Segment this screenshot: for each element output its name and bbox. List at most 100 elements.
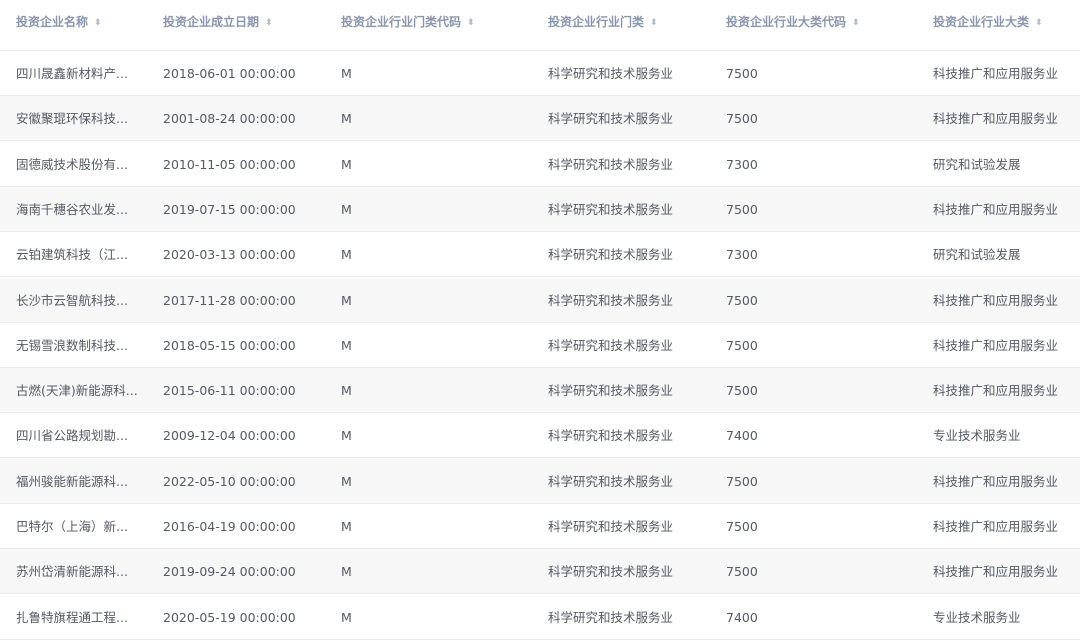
cell-major: 科技推广和应用服务业 [933, 111, 1059, 127]
cell-sector: 科学研究和技术服务业 [548, 66, 674, 81]
column-header-sector-code[interactable]: 投资企业行业门类代码 ⬍ [341, 0, 531, 50]
cell-founded-date: 2009-12-04 00:00:00 [163, 428, 296, 444]
cell-founded-date: 2015-06-11 00:00:00 [163, 383, 296, 399]
cell-major-code: 7400 [726, 609, 758, 625]
cell-major-code: 7400 [726, 428, 758, 444]
cell-company-name: 四川晟鑫新材料产... [16, 66, 128, 81]
cell-company-name: 古燃(天津)新能源科... [16, 383, 138, 399]
sort-icon[interactable]: ⬍ [94, 1, 102, 45]
cell-sector-code: M [341, 564, 352, 580]
cell-founded-date: 2001-08-24 00:00:00 [163, 111, 296, 127]
cell-sector-code: M [341, 156, 352, 172]
table-row[interactable]: 巴特尔（上海）新... 2016-04-19 00:00:00 M 科学研究和技术服务… [0, 504, 1080, 549]
cell-sector: 科学研究和技术服务业 [548, 383, 674, 399]
cell-major: 科技推广和应用服务业 [933, 201, 1059, 217]
cell-founded-date: 2019-09-24 00:00:00 [163, 564, 296, 580]
cell-company-name: 四川省公路规划勘... [16, 428, 128, 444]
cell-major: 科技推广和应用服务业 [933, 473, 1059, 489]
cell-major: 科技推广和应用服务业 [933, 337, 1059, 353]
cell-founded-date: 2019-07-15 00:00:00 [163, 201, 296, 217]
cell-major: 科技推广和应用服务业 [933, 66, 1059, 81]
table-row[interactable]: 苏州岱清新能源科... 2019-09-24 00:00:00 M 科学研究和技术服务… [0, 549, 1080, 595]
cell-major-code: 7300 [726, 156, 758, 172]
cell-sector-code: M [341, 473, 352, 489]
table-header: 投资企业名称 ⬍ 投资企业成立日期 ⬍ 投资企业行业门类代码 ⬍ 投资企业行业门类 ⬍ … [0, 0, 1080, 51]
cell-major: 科技推广和应用服务业 [933, 292, 1059, 308]
column-header-date[interactable]: 投资企业成立日期 ⬍ [163, 0, 333, 50]
table-row[interactable]: 四川晟鑫新材料产... 2018-06-01 00:00:00 M 科学研究和技术服务… [0, 51, 1080, 96]
cell-company-name: 苏州岱清新能源科... [16, 564, 128, 580]
cell-founded-date: 2018-05-15 00:00:00 [163, 337, 296, 353]
cell-founded-date: 2018-06-01 00:00:00 [163, 66, 296, 81]
cell-sector: 科学研究和技术服务业 [548, 609, 674, 625]
column-header-major-code[interactable]: 投资企业行业大类代码 ⬍ [726, 0, 916, 50]
cell-founded-date: 2017-11-28 00:00:00 [163, 292, 296, 308]
cell-sector-code: M [341, 66, 352, 81]
table-row[interactable]: 福州骏能新能源科... 2022-05-10 00:00:00 M 科学研究和技术服务… [0, 458, 1080, 504]
table-row[interactable]: 扎鲁特旗程通工程... 2020-05-19 00:00:00 M 科学研究和技术服务… [0, 594, 1080, 640]
sort-icon[interactable]: ⬍ [265, 1, 273, 45]
cell-founded-date: 2016-04-19 00:00:00 [163, 519, 296, 534]
cell-major-code: 7500 [726, 564, 758, 580]
cell-founded-date: 2010-11-05 00:00:00 [163, 156, 296, 172]
cell-company-name: 固德威技术股份有... [16, 156, 128, 172]
cell-company-name: 安徽聚琨环保科技... [16, 111, 128, 127]
cell-major-code: 7500 [726, 66, 758, 81]
cell-sector: 科学研究和技术服务业 [548, 473, 674, 489]
cell-sector-code: M [341, 201, 352, 217]
cell-sector-code: M [341, 292, 352, 308]
table-row[interactable]: 四川省公路规划勘... 2009-12-04 00:00:00 M 科学研究和技术服务… [0, 413, 1080, 459]
cell-sector: 科学研究和技术服务业 [548, 247, 674, 263]
cell-sector: 科学研究和技术服务业 [548, 428, 674, 444]
cell-major-code: 7500 [726, 111, 758, 127]
cell-major-code: 7300 [726, 247, 758, 263]
cell-sector-code: M [341, 247, 352, 263]
cell-major: 科技推广和应用服务业 [933, 564, 1059, 580]
sort-icon[interactable]: ⬍ [650, 1, 658, 45]
cell-sector-code: M [341, 337, 352, 353]
cell-founded-date: 2022-05-10 00:00:00 [163, 473, 296, 489]
sort-icon[interactable]: ⬍ [852, 1, 860, 45]
cell-sector: 科学研究和技术服务业 [548, 564, 674, 580]
sort-icon[interactable]: ⬍ [1035, 1, 1043, 45]
cell-major: 专业技术服务业 [933, 428, 1021, 444]
cell-sector-code: M [341, 428, 352, 444]
cell-company-name: 云铂建筑科技（江... [16, 247, 128, 263]
cell-sector-code: M [341, 519, 352, 534]
cell-sector: 科学研究和技术服务业 [548, 201, 674, 217]
cell-sector-code: M [341, 111, 352, 127]
cell-company-name: 无锡雪浪数制科技... [16, 337, 128, 353]
table-row[interactable]: 长沙市云智航科技... 2017-11-28 00:00:00 M 科学研究和技术服务… [0, 277, 1080, 323]
sort-icon[interactable]: ⬍ [467, 1, 475, 45]
cell-sector: 科学研究和技术服务业 [548, 337, 674, 353]
cell-sector: 科学研究和技术服务业 [548, 156, 674, 172]
table-row[interactable]: 安徽聚琨环保科技... 2001-08-24 00:00:00 M 科学研究和技术服务… [0, 96, 1080, 142]
table-row[interactable]: 无锡雪浪数制科技... 2018-05-15 00:00:00 M 科学研究和技术服务… [0, 322, 1080, 368]
cell-major: 科技推广和应用服务业 [933, 383, 1059, 399]
cell-sector-code: M [341, 609, 352, 625]
data-table: 投资企业名称 ⬍ 投资企业成立日期 ⬍ 投资企业行业门类代码 ⬍ 投资企业行业门类 ⬍ … [0, 0, 1080, 640]
cell-major-code: 7500 [726, 292, 758, 308]
cell-major-code: 7500 [726, 473, 758, 489]
cell-major: 科技推广和应用服务业 [933, 519, 1059, 534]
table-row[interactable]: 海南千穗谷农业发... 2019-07-15 00:00:00 M 科学研究和技术服务… [0, 186, 1080, 232]
table-row[interactable]: 古燃(天津)新能源科... 2015-06-11 00:00:00 M 科学研究和技术… [0, 368, 1080, 414]
cell-company-name: 长沙市云智航科技... [16, 292, 128, 308]
cell-founded-date: 2020-03-13 00:00:00 [163, 247, 296, 263]
cell-sector: 科学研究和技术服务业 [548, 292, 674, 308]
column-header-major[interactable]: 投资企业行业大类 ⬍ [933, 0, 1079, 50]
table-row[interactable]: 固德威技术股份有... 2010-11-05 00:00:00 M 科学研究和技术服务… [0, 141, 1080, 187]
cell-sector-code: M [341, 383, 352, 399]
cell-major-code: 7500 [726, 201, 758, 217]
column-header-sector[interactable]: 投资企业行业门类 ⬍ [548, 0, 718, 50]
column-header-name[interactable]: 投资企业名称 ⬍ [16, 0, 150, 50]
cell-major: 专业技术服务业 [933, 609, 1021, 625]
cell-company-name: 海南千穗谷农业发... [16, 201, 128, 217]
table-row[interactable]: 云铂建筑科技（江... 2020-03-13 00:00:00 M 科学研究和技术服务… [0, 232, 1080, 278]
cell-major-code: 7500 [726, 337, 758, 353]
cell-company-name: 巴特尔（上海）新... [16, 519, 128, 534]
cell-major-code: 7500 [726, 519, 758, 534]
cell-company-name: 福州骏能新能源科... [16, 473, 128, 489]
cell-sector: 科学研究和技术服务业 [548, 519, 674, 534]
cell-major: 研究和试验发展 [933, 247, 1021, 263]
